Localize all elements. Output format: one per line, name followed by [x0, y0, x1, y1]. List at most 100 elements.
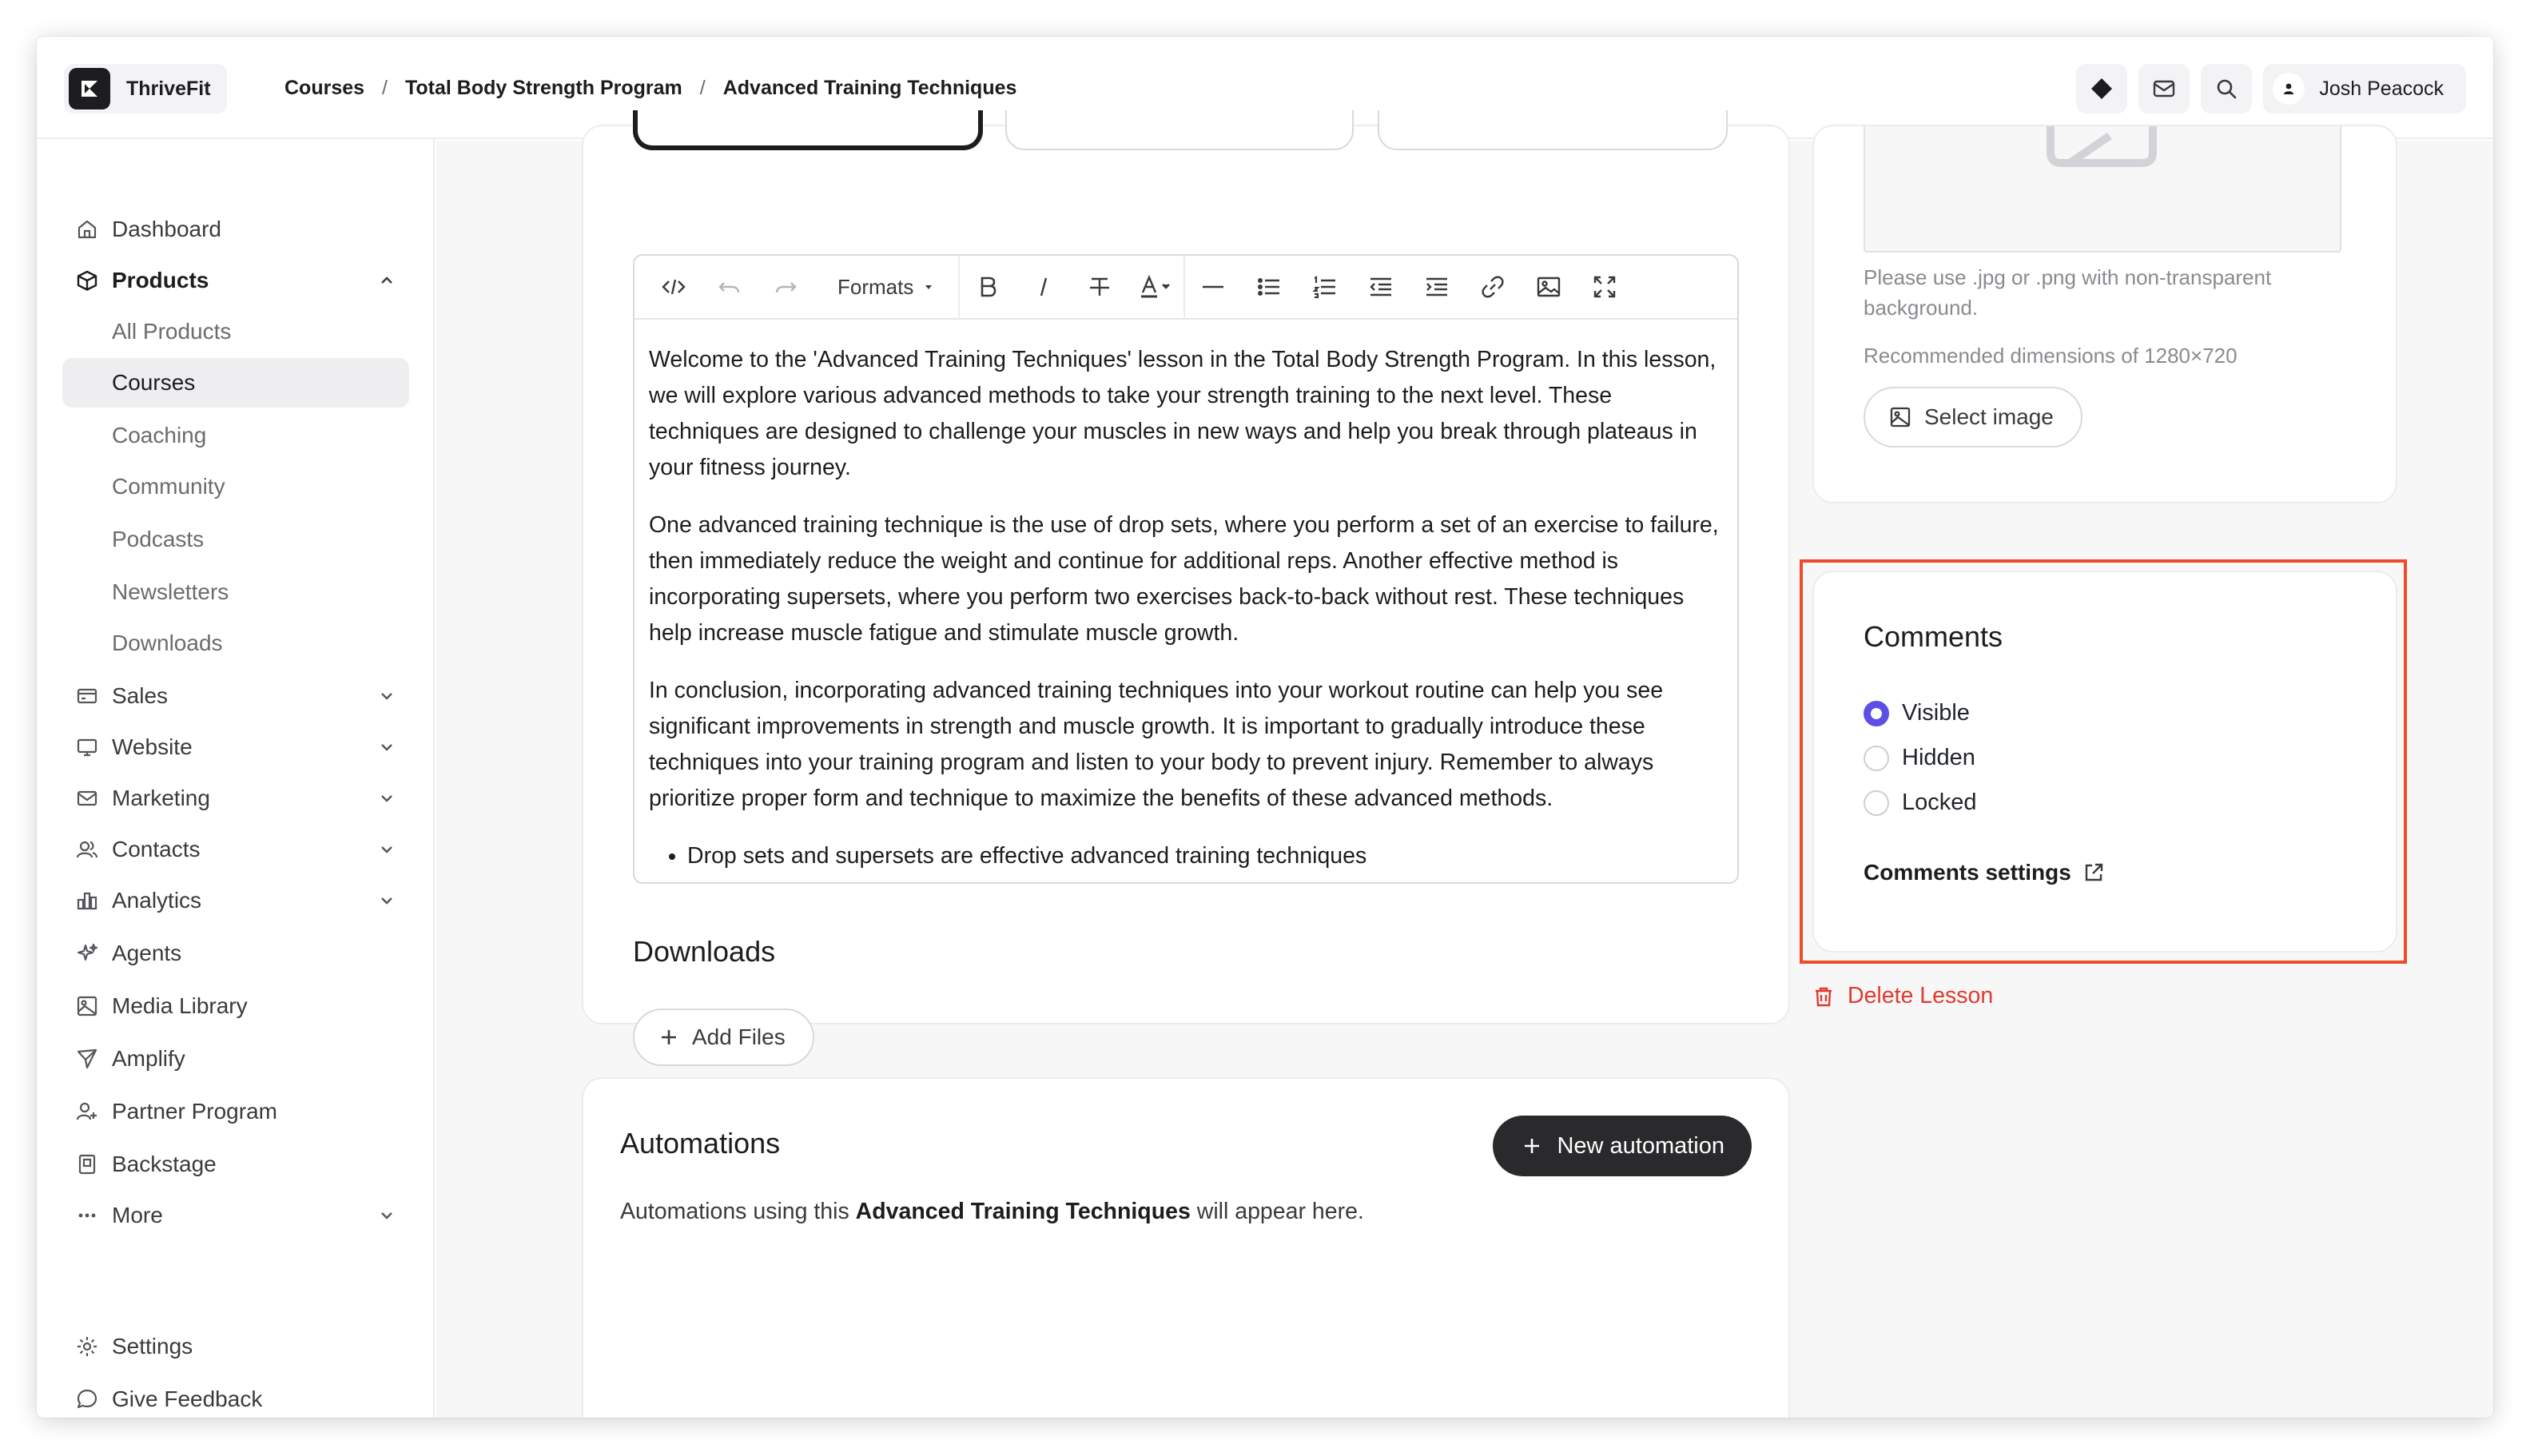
add-files-button[interactable]: Add Files — [633, 1008, 814, 1066]
bold-button[interactable] — [960, 256, 1016, 319]
bar-chart-icon — [74, 887, 101, 914]
automations-desc-suffix: will appear here. — [1190, 1199, 1364, 1224]
sidebar: Dashboard Products All Products Courses … — [37, 139, 435, 1418]
image-icon — [1890, 407, 1911, 428]
new-automation-button[interactable]: New automation — [1493, 1116, 1752, 1176]
sidebar-subitem-newsletters[interactable]: Newsletters — [62, 567, 409, 617]
brand-name: ThriveFit — [126, 77, 211, 100]
editor-bullet-list: Drop sets and supersets are effective ad… — [687, 838, 1720, 874]
sidebar-item-settings[interactable]: Settings — [62, 1322, 409, 1371]
sidebar-item-dashboard[interactable]: Dashboard — [62, 205, 409, 254]
breadcrumb-program[interactable]: Total Body Strength Program — [405, 77, 682, 100]
send-icon — [74, 1045, 101, 1072]
bold-icon — [981, 276, 996, 297]
sidebar-item-products[interactable]: Products — [62, 256, 409, 305]
sidebar-item-website[interactable]: Website — [62, 722, 409, 772]
automations-description: Automations using this Advanced Training… — [620, 1199, 1364, 1225]
tab-option[interactable] — [1005, 110, 1354, 150]
upgrade-button[interactable] — [2076, 64, 2128, 113]
radio-selected[interactable] — [1864, 700, 1889, 726]
radio-unselected[interactable] — [1864, 745, 1889, 771]
sidebar-item-label: Media Library — [112, 993, 248, 1018]
sidebar-item-amplify[interactable]: Amplify — [62, 1034, 409, 1084]
inbox-button[interactable] — [2138, 64, 2190, 113]
outdent-button[interactable] — [1353, 256, 1409, 319]
sidebar-item-give-feedback[interactable]: Give Feedback — [62, 1374, 409, 1418]
redo-button[interactable] — [758, 256, 813, 319]
sidebar-item-label: Contacts — [112, 837, 201, 861]
strikethrough-button[interactable] — [1072, 256, 1128, 319]
horizontal-rule-button[interactable] — [1185, 256, 1241, 319]
sidebar-subitem-all-products[interactable]: All Products — [62, 307, 409, 356]
numbered-list-icon — [1312, 276, 1336, 299]
sidebar-item-label: Sales — [112, 683, 169, 708]
sidebar-item-label: Settings — [112, 1334, 193, 1359]
formats-dropdown[interactable]: Formats — [813, 256, 958, 319]
sidebar-subitem-community[interactable]: Community — [62, 462, 409, 511]
user-menu[interactable]: Josh Peacock — [2263, 64, 2466, 113]
editor-paragraph: One advanced training technique is the u… — [649, 512, 1719, 646]
comments-option-locked[interactable]: Locked — [1864, 790, 1977, 816]
more-horizontal-icon — [74, 1202, 101, 1229]
delete-lesson-button[interactable]: Delete Lesson — [1812, 983, 1993, 1009]
downloads-title: Downloads — [633, 935, 776, 968]
chevron-up-icon — [376, 269, 398, 292]
tab-selected[interactable] — [633, 110, 983, 150]
gear-icon — [74, 1333, 101, 1360]
comments-settings-link[interactable]: Comments settings — [1864, 860, 2105, 885]
fullscreen-button[interactable] — [1577, 256, 1633, 319]
sidebar-item-analytics[interactable]: Analytics — [62, 876, 409, 925]
sidebar-item-more[interactable]: More — [62, 1191, 409, 1240]
plus-icon — [662, 1030, 676, 1044]
select-image-label: Select image — [1924, 404, 2054, 429]
bullet-list-button[interactable] — [1241, 256, 1297, 319]
rich-text-editor[interactable]: Formats Welcome to the 'Advanced Trainin… — [633, 254, 1739, 884]
sidebar-item-agents[interactable]: Agents — [62, 929, 409, 978]
radio-unselected[interactable] — [1864, 790, 1889, 816]
numbered-list-button[interactable] — [1297, 256, 1353, 319]
fullscreen-icon — [1594, 276, 1616, 298]
breadcrumb-lesson[interactable]: Advanced Training Techniques — [723, 77, 1017, 100]
sidebar-subitem-podcasts[interactable]: Podcasts — [62, 515, 409, 564]
sidebar-item-partner-program[interactable]: Partner Program — [62, 1087, 409, 1136]
chevron-down-icon — [376, 736, 398, 758]
editor-content[interactable]: Welcome to the 'Advanced Training Techni… — [649, 342, 1720, 874]
breadcrumb-separator: / — [382, 76, 388, 99]
sidebar-item-label: Agents — [112, 941, 182, 965]
code-view-button[interactable] — [646, 256, 702, 319]
indent-button[interactable] — [1409, 256, 1465, 319]
indent-icon — [1426, 277, 1448, 296]
home-icon — [74, 216, 101, 243]
sidebar-item-marketing[interactable]: Marketing — [62, 774, 409, 823]
sidebar-item-sales[interactable]: Sales — [62, 671, 409, 721]
insert-link-button[interactable] — [1465, 256, 1521, 319]
link-icon — [1482, 276, 1504, 298]
brand-logo — [69, 68, 110, 109]
sidebar-subitem-downloads[interactable]: Downloads — [62, 619, 409, 668]
breadcrumb-courses[interactable]: Courses — [284, 77, 364, 100]
strikethrough-icon — [1090, 277, 1110, 296]
avatar — [2273, 73, 2305, 105]
sidebar-subitem-coaching[interactable]: Coaching — [62, 411, 409, 460]
search-button[interactable] — [2201, 64, 2253, 113]
select-image-button[interactable]: Select image — [1864, 387, 2082, 448]
tab-option[interactable] — [1378, 110, 1728, 150]
undo-button[interactable] — [702, 256, 758, 319]
image-icon — [1537, 276, 1561, 297]
sidebar-item-backstage[interactable]: Backstage — [62, 1140, 409, 1189]
sidebar-item-contacts[interactable]: Contacts — [62, 825, 409, 874]
sidebar-subitem-courses[interactable]: Courses — [62, 358, 409, 408]
sidebar-item-label: Give Feedback — [112, 1386, 263, 1411]
plus-icon — [1525, 1139, 1540, 1153]
italic-button[interactable] — [1016, 256, 1072, 319]
sidebar-item-media-library[interactable]: Media Library — [62, 981, 409, 1031]
comments-option-hidden[interactable]: Hidden — [1864, 745, 1975, 771]
trash-icon — [1816, 987, 1832, 1006]
automations-title: Automations — [620, 1127, 781, 1160]
insert-image-button[interactable] — [1521, 256, 1577, 319]
comments-option-visible[interactable]: Visible — [1864, 700, 1970, 726]
sidebar-item-label: Products — [112, 268, 209, 292]
workspace-switcher[interactable]: ThriveFit — [64, 64, 227, 113]
image-placeholder-icon — [2047, 126, 2157, 167]
text-color-button[interactable] — [1128, 256, 1183, 319]
